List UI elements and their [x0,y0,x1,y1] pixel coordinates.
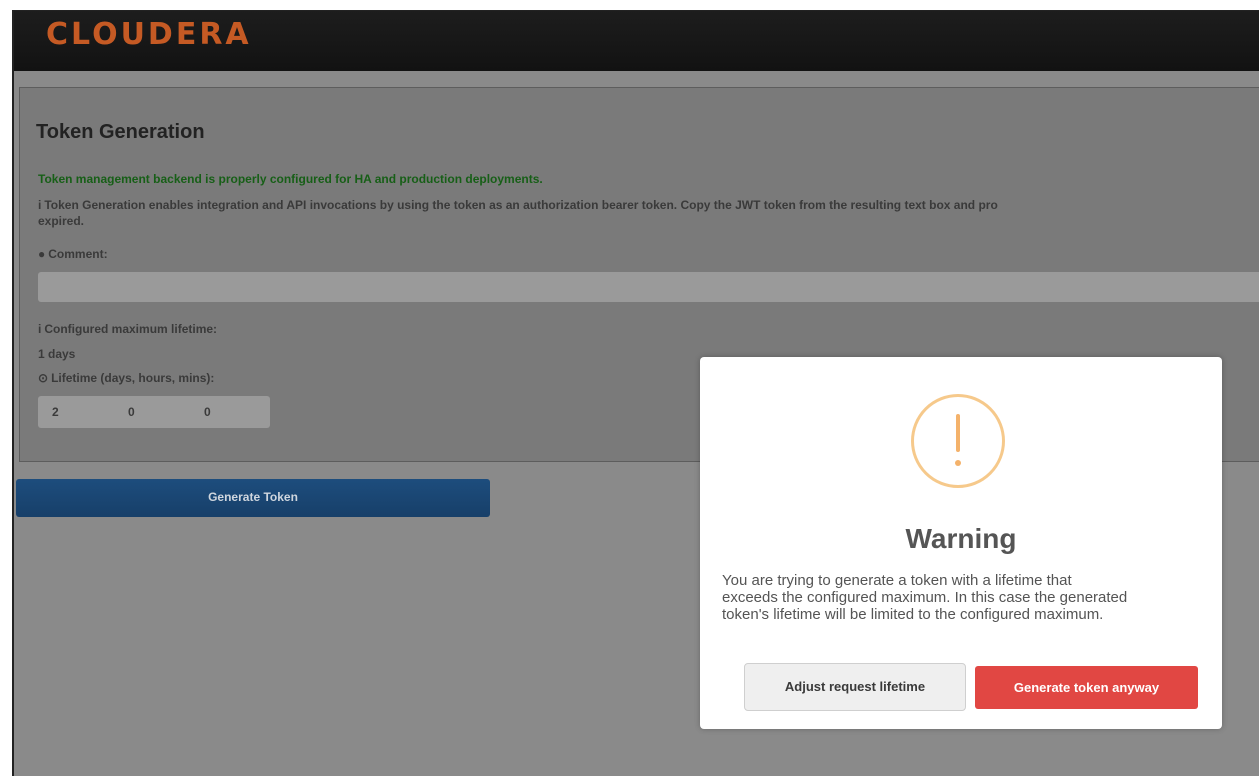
info-icon: i [38,198,42,212]
page-title: Token Generation [36,121,205,143]
info-text-line2: expired. [38,214,85,228]
warning-dialog: Warning You are trying to generate a tok… [700,357,1222,729]
info-icon: i [38,322,42,336]
lifetime-hours-input[interactable]: 0 [128,405,135,419]
max-lifetime-label: i Configured maximum lifetime: [38,322,217,336]
dialog-message: You are trying to generate a token with … [722,572,1207,623]
dialog-message-line2: exceeds the configured maximum. In this … [722,589,1128,606]
comment-label: ● Comment: [38,247,108,261]
dialog-message-line1: You are trying to generate a token with … [722,572,1072,589]
dialog-title: Warning [905,523,1017,554]
adjust-request-lifetime-button[interactable]: Adjust request lifetime [744,663,966,711]
top-bar: CLOUDERA [14,11,1259,71]
speech-bubble-icon: ● [38,247,46,261]
info-description: i Token Generation enables integration an… [38,197,1259,229]
exclamation-dot [955,460,961,466]
max-lifetime-label-text: Configured maximum lifetime: [44,322,218,336]
cloudera-logo[interactable]: CLOUDERA [46,17,252,52]
lifetime-inputs: 2 0 0 [38,396,270,428]
exclamation-bar [956,414,960,452]
lifetime-days-input[interactable]: 2 [52,405,59,419]
generate-token-button[interactable]: Generate Token [16,479,490,517]
lifetime-mins-input[interactable]: 0 [204,405,211,419]
comment-input[interactable] [38,272,1259,302]
max-lifetime-value: 1 days [38,347,76,361]
comment-label-text: Comment: [48,247,108,261]
backend-status-message: Token management backend is properly con… [38,172,543,186]
info-text-line1: Token Generation enables integration and… [44,198,998,212]
clock-icon: ⊙ [38,371,49,385]
lifetime-label-text: Lifetime (days, hours, mins): [51,371,215,385]
generate-token-anyway-button[interactable]: Generate token anyway [975,666,1198,709]
warning-exclamation-icon [911,394,1005,488]
dialog-message-line3: token's lifetime will be limited to the … [722,606,1104,623]
lifetime-label: ⊙ Lifetime (days, hours, mins): [38,371,214,385]
